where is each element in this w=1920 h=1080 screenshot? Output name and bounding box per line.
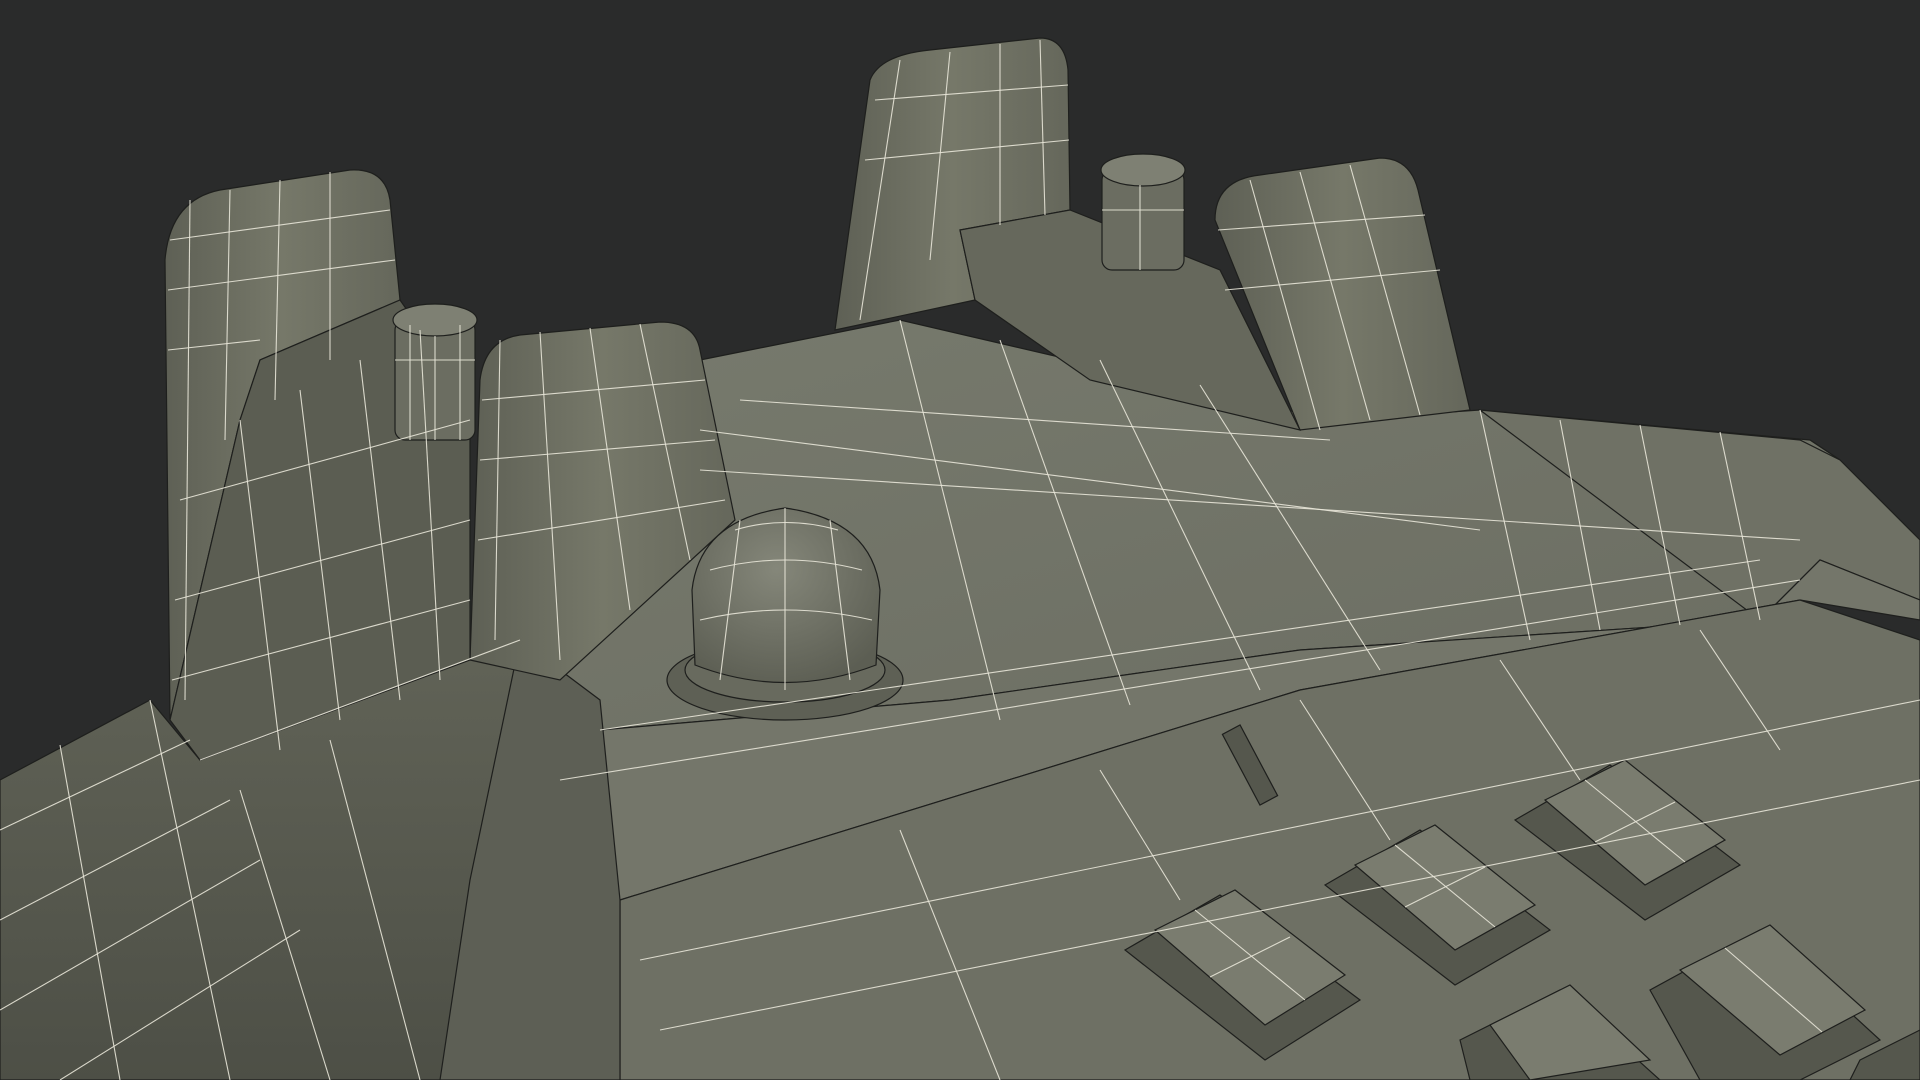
hook-switch-right [1100,153,1186,271]
telephone-wireframe-scene [0,0,1920,1080]
